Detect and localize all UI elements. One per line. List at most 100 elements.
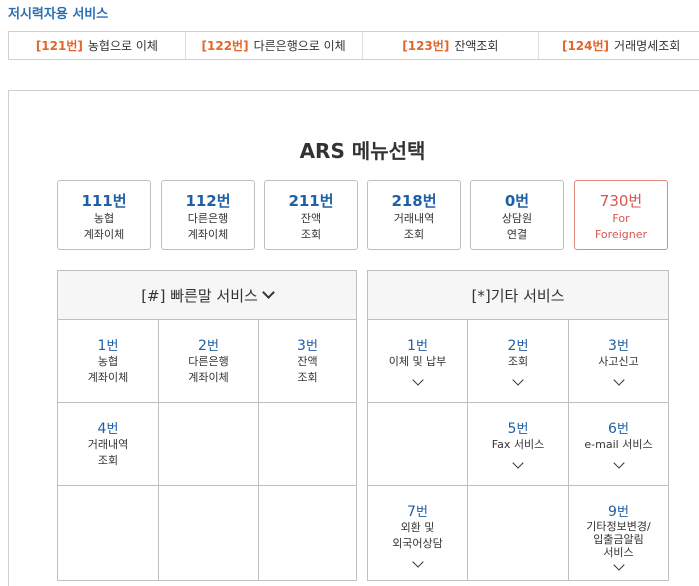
quick-item-label: 잔액조회 bbox=[454, 39, 499, 53]
chevron-down-icon bbox=[612, 374, 625, 386]
item-number: 6 bbox=[608, 421, 617, 437]
menu-line1: 상담원 bbox=[501, 212, 533, 225]
item-line1: 조회 bbox=[507, 355, 529, 368]
menu-line2: 조회 bbox=[300, 228, 322, 241]
item-number: 7 bbox=[407, 504, 416, 520]
menu-line2: 연결 bbox=[506, 228, 528, 241]
item-line2: 조회 bbox=[297, 371, 318, 384]
item-number: 2 bbox=[198, 338, 207, 354]
menu-line1: 거래내역 bbox=[393, 212, 435, 225]
ars-title: ARS 메뉴선택 bbox=[299, 139, 426, 163]
quick-service-item-2[interactable]: 2번 다른은행 계좌이체 bbox=[159, 320, 259, 403]
other-service-header[interactable]: [*]기타 서비스 bbox=[368, 271, 668, 320]
item-line1: 외환 및 bbox=[400, 521, 435, 534]
menu-line1: 농협 bbox=[93, 212, 115, 225]
ars-menu-111[interactable]: 111번 농협 계좌이체 bbox=[57, 180, 151, 250]
item-unit: 번 bbox=[106, 422, 119, 437]
chevron-down-icon bbox=[512, 374, 524, 386]
item-unit: 번 bbox=[305, 339, 318, 354]
quick-item-label: 거래명세조회 bbox=[614, 39, 681, 53]
item-line2: 외국어상담 bbox=[392, 537, 443, 550]
menu-line1: 다른은행 bbox=[187, 212, 229, 225]
item-line2: 계좌이체 bbox=[188, 371, 229, 384]
other-service-item-3[interactable]: 3번 사고신고 bbox=[569, 320, 668, 403]
item-number: 1 bbox=[407, 338, 416, 354]
item-code: 5번 bbox=[468, 418, 568, 437]
item-line2: 입출금알림 bbox=[593, 533, 644, 546]
ars-menu-218[interactable]: 218번 거래내역 조회 bbox=[367, 180, 461, 250]
item-code: 7번 bbox=[368, 501, 467, 520]
quick-menu-bar: [121번] 농협으로 이체 [122번] 다른은행으로 이체 [123번] 잔… bbox=[8, 31, 699, 60]
item-unit: 번 bbox=[616, 339, 629, 354]
quick-service-box: [#] 빠른말 서비스 1번 농협 계좌이체 2번 다른은행 계좌이체 3번 잔… bbox=[57, 270, 357, 581]
item-unit: 번 bbox=[516, 339, 529, 354]
menu-code: 218번 bbox=[391, 192, 437, 210]
item-line2: 계좌이체 bbox=[87, 371, 129, 384]
quick-item-124[interactable]: [124번] 거래명세조회 bbox=[539, 32, 699, 59]
quick-service-header[interactable]: [#] 빠른말 서비스 bbox=[58, 271, 356, 320]
quick-item-121[interactable]: [121번] 농협으로 이체 bbox=[9, 32, 186, 59]
ars-menu-211[interactable]: 211번 잔액 조회 bbox=[264, 180, 358, 250]
quick-service-item-3[interactable]: 3번 잔액 조회 bbox=[259, 320, 356, 403]
chevron-down-icon bbox=[612, 559, 625, 571]
item-code: 3번 bbox=[569, 335, 668, 354]
other-service-item-9[interactable]: 9번 기타정보변경/ 입출금알림 서비스 bbox=[569, 486, 668, 580]
section-title: 저시력자용 서비스 bbox=[8, 7, 109, 22]
item-code: 6번 bbox=[569, 418, 668, 437]
item-number: 9 bbox=[608, 504, 617, 520]
quick-item-123[interactable]: [123번] 잔액조회 bbox=[363, 32, 540, 59]
item-number: 3 bbox=[297, 338, 306, 354]
item-code: 2번 bbox=[468, 335, 568, 354]
item-line1: 기타정보변경/ bbox=[586, 520, 651, 533]
other-service-item-1[interactable]: 1번 이체 및 납부 bbox=[368, 320, 468, 403]
chevron-down-icon bbox=[411, 374, 424, 386]
quick-service-item-1[interactable]: 1번 농협 계좌이체 bbox=[58, 320, 159, 403]
item-line1: 사고신고 bbox=[598, 355, 639, 368]
quick-item-122[interactable]: [122번] 다른은행으로 이체 bbox=[186, 32, 363, 59]
item-number: 3 bbox=[608, 338, 617, 354]
item-code: 2번 bbox=[159, 335, 258, 354]
empty-cell bbox=[259, 486, 356, 580]
empty-cell bbox=[58, 486, 159, 580]
item-line1: 거래내역 bbox=[87, 438, 129, 451]
other-service-item-2[interactable]: 2번 조회 bbox=[468, 320, 569, 403]
item-line3: 서비스 bbox=[603, 546, 634, 559]
quick-service-item-4[interactable]: 4번 거래내역 조회 bbox=[58, 403, 159, 486]
item-code: 1번 bbox=[368, 335, 467, 354]
item-unit: 번 bbox=[106, 339, 119, 354]
ars-menu-112[interactable]: 112번 다른은행 계좌이체 bbox=[161, 180, 255, 250]
chevron-down-icon bbox=[411, 556, 424, 568]
item-line1: 이체 및 납부 bbox=[388, 355, 447, 368]
item-unit: 번 bbox=[415, 505, 428, 520]
chevron-down-icon bbox=[261, 286, 275, 299]
ars-menu-730-foreigner[interactable]: 730번 For Foreigner bbox=[574, 180, 668, 250]
quick-item-label: 다른은행으로 이체 bbox=[253, 39, 346, 53]
other-service-item-7[interactable]: 7번 외환 및 외국어상담 bbox=[368, 486, 468, 580]
menu-line2: 조회 bbox=[403, 228, 425, 241]
item-line1: 농협 bbox=[97, 355, 119, 368]
menu-code: 0번 bbox=[504, 192, 530, 210]
empty-cell bbox=[259, 403, 356, 486]
other-service-item-5[interactable]: 5번 Fax 서비스 bbox=[468, 403, 569, 486]
quick-item-code: [121번] bbox=[35, 39, 83, 53]
menu-code: 211번 bbox=[288, 192, 334, 210]
item-unit: 번 bbox=[206, 339, 219, 354]
other-service-item-6[interactable]: 6번 e-mail 서비스 bbox=[569, 403, 668, 486]
chevron-down-icon bbox=[512, 457, 524, 469]
quick-item-code: [122번] bbox=[201, 39, 249, 53]
chevron-down-icon bbox=[612, 457, 625, 469]
menu-code: 111번 bbox=[81, 192, 127, 210]
item-line1: e-mail 서비스 bbox=[584, 438, 653, 451]
item-line1: 잔액 bbox=[297, 355, 318, 368]
item-code: 4번 bbox=[58, 418, 158, 437]
quick-item-code: [124번] bbox=[561, 39, 610, 53]
other-service-title: [*]기타 서비스 bbox=[471, 286, 565, 305]
item-code: 3번 bbox=[259, 335, 356, 354]
empty-cell bbox=[159, 403, 259, 486]
item-unit: 번 bbox=[415, 339, 428, 354]
menu-line2: Foreigner bbox=[594, 228, 647, 241]
ars-menu-0[interactable]: 0번 상담원 연결 bbox=[470, 180, 564, 250]
other-service-box: [*]기타 서비스 1번 이체 및 납부 2번 조회 3번 사고신고 5번 Fa… bbox=[367, 270, 669, 581]
item-code: 9번 bbox=[569, 501, 668, 520]
quick-item-code: [123번] bbox=[402, 39, 450, 53]
